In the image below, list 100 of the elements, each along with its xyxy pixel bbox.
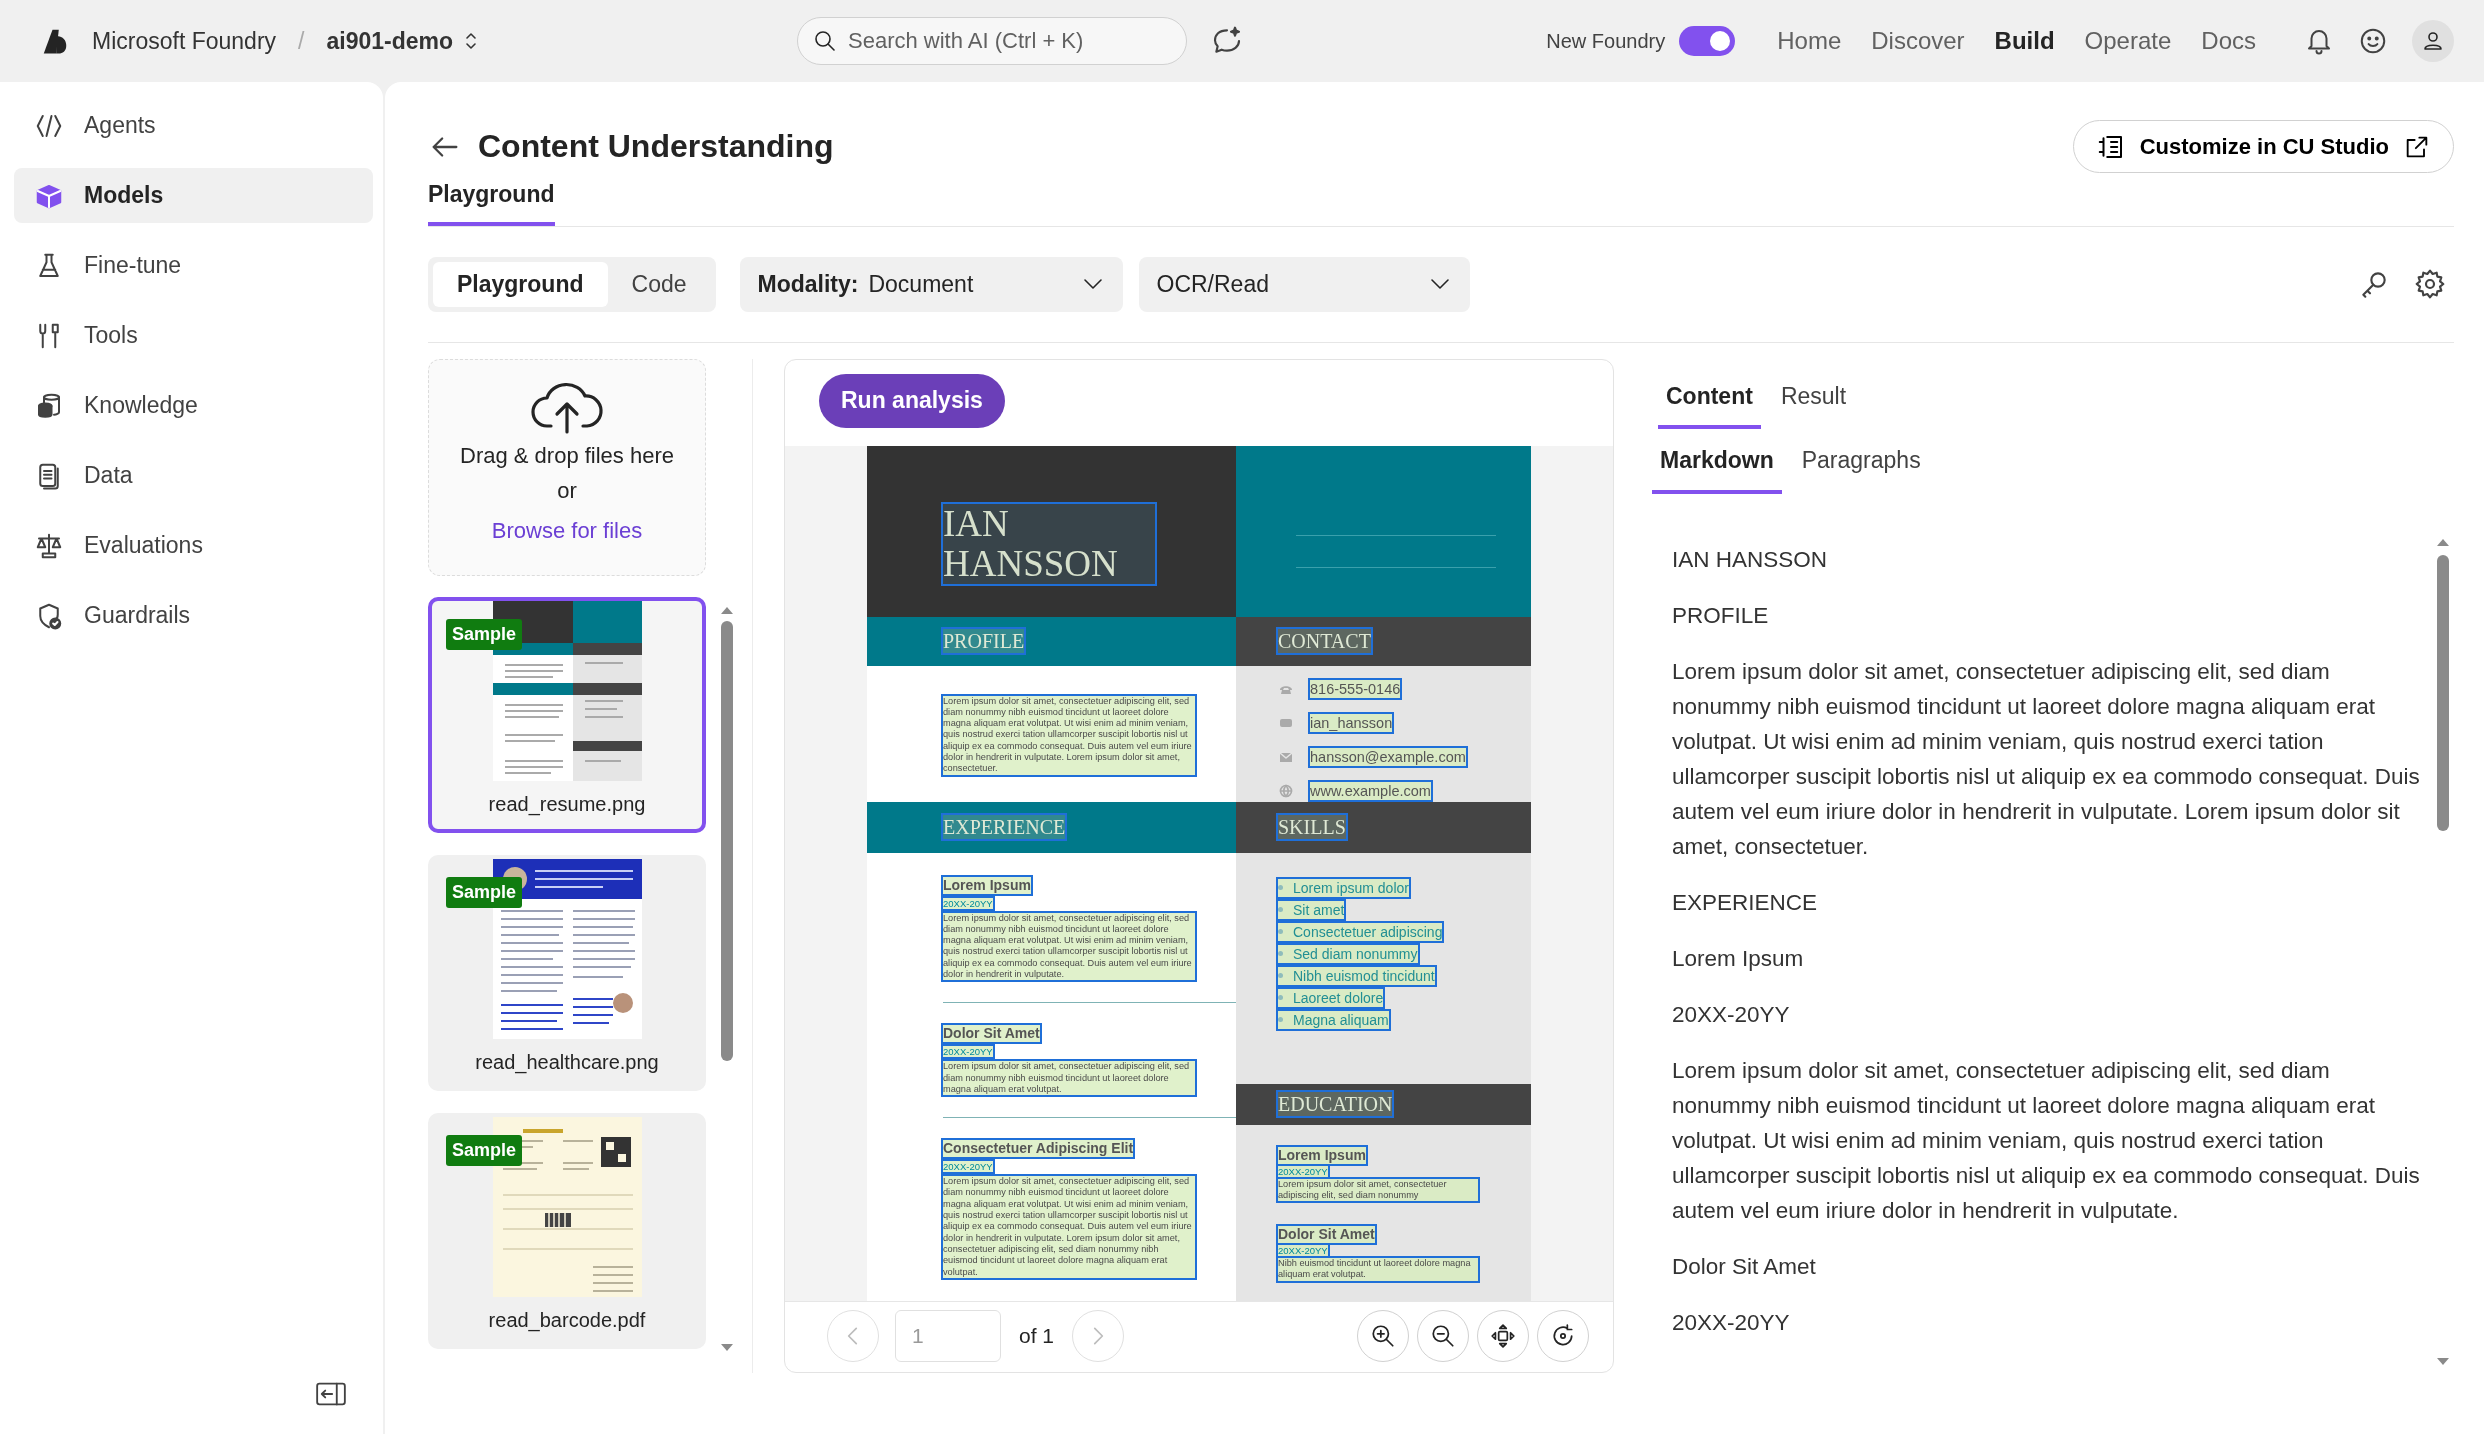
dropdown[interactable]: Modality: Document xyxy=(739,256,1123,312)
collapse-panel-icon xyxy=(316,1382,346,1406)
move-icon xyxy=(1490,1323,1516,1349)
avatar[interactable] xyxy=(2412,20,2454,62)
segment-tab[interactable]: Code xyxy=(607,261,711,307)
zoom-out-icon xyxy=(1430,1323,1456,1349)
skill-item: Consectetuer adipiscing xyxy=(1278,922,1443,941)
scrollbar-thumb[interactable] xyxy=(2437,554,2449,831)
sidebar-item[interactable]: Models xyxy=(14,168,373,223)
skill-item: Sed diam nonummy xyxy=(1278,944,1418,963)
markdown-text: Lorem Ipsum xyxy=(1672,944,1805,973)
search-field[interactable]: Search with AI (Ctrl + K) xyxy=(797,17,1187,65)
markdown-text: EXPERIENCE xyxy=(1672,888,1819,917)
paragraph: Lorem ipsum dolor sit amet, consectetuer adipiscing elit, sed diam nonummy xyxy=(1278,1178,1478,1202)
sidebar-item[interactable]: Guardrails xyxy=(14,588,373,643)
nav-link[interactable]: Operate xyxy=(2084,23,2172,59)
upload-text: Drag & drop files here xyxy=(460,441,674,470)
subtab[interactable]: Markdown xyxy=(1652,433,1782,494)
nav-link[interactable]: Discover xyxy=(1871,23,1965,59)
paragraph: Lorem ipsum dolor sit amet, consectetuer adipiscing elit, sed diam nonummy nibh euismod tincidunt ut laoreet dolore magna aliquam erat volutpat. Ut wisi enim ad minim veniam, quis nostrud exerci tation ullamcorper suscipit lobortis nisl ut aliquip ex ea commodo consequat. Duis autem vel eum iriure dolor in hendrerit in vulputate. xyxy=(943,912,1195,981)
run-analysis-button[interactable]: Run analysis xyxy=(819,373,1005,428)
chevron-updown-icon xyxy=(463,30,479,52)
skill-item: Laoreet dolore xyxy=(1278,988,1384,1007)
toggle-label: New Foundry xyxy=(1546,29,1666,54)
settings-button[interactable] xyxy=(2414,268,2446,300)
job-title: Lorem Ipsum xyxy=(943,876,1031,894)
sidebar-item[interactable]: Knowledge xyxy=(14,378,373,433)
skill-item: Sit amet xyxy=(1278,900,1345,919)
zoom-in-icon xyxy=(1370,1323,1396,1349)
collapse-sidebar-button[interactable] xyxy=(316,1382,346,1406)
tab[interactable]: Result xyxy=(1772,368,1855,429)
name-heading: IAN HANSSON xyxy=(943,503,1155,584)
sample-badge: Sample xyxy=(446,618,523,650)
rotate-button[interactable] xyxy=(1537,1310,1589,1362)
date-text: 20XX-20YY xyxy=(943,1161,993,1173)
education-title: Dolor Sit Amet xyxy=(1278,1226,1375,1244)
brand-name: Microsoft Foundry xyxy=(92,26,277,56)
sidebar-item[interactable]: Evaluations xyxy=(14,518,373,573)
education-title: Lorem Ipsum xyxy=(1278,1146,1366,1164)
section-heading: CONTACT xyxy=(1278,629,1371,653)
nav-link[interactable]: Docs xyxy=(2201,23,2256,59)
upload-area[interactable]: Drag & drop files here or Browse for files xyxy=(428,358,706,576)
date-text: 20XX-20YY xyxy=(1278,1245,1328,1257)
nav-link[interactable]: Build xyxy=(1994,23,2055,59)
sidebar-item[interactable]: Agents xyxy=(14,98,373,153)
fit-button[interactable] xyxy=(1477,1310,1529,1362)
search-icon xyxy=(813,29,837,53)
subtab[interactable]: Paragraphs xyxy=(1793,433,1929,494)
tab[interactable]: Content xyxy=(1658,368,1761,429)
zoom-out-button[interactable] xyxy=(1417,1310,1469,1362)
section-heading: SKILLS xyxy=(1278,815,1346,839)
sample-badge: Sample xyxy=(446,876,523,908)
tab[interactable]: Playground xyxy=(428,177,555,226)
page-title: Content Understanding xyxy=(478,127,834,166)
customize-button[interactable]: Customize in CU Studio xyxy=(2072,120,2454,173)
section-heading: PROFILE xyxy=(943,629,1025,653)
job-title: Consectetuer Adipiscing Elit xyxy=(943,1140,1134,1158)
zoom-in-button[interactable] xyxy=(1357,1310,1409,1362)
paragraph: Nibh euismod tincidunt ut laoreet dolore magna aliquam erat volutpat. xyxy=(1278,1258,1478,1281)
person-icon xyxy=(2421,29,2445,53)
scroll-down-icon xyxy=(720,1342,734,1353)
project-selector[interactable]: ai901-demo xyxy=(326,23,479,59)
sidebar-item[interactable]: Tools xyxy=(14,308,373,363)
segment-tab[interactable]: Playground xyxy=(433,261,608,307)
date-text: 20XX-20YY xyxy=(943,897,993,909)
section-heading: EXPERIENCE xyxy=(943,815,1066,839)
sidebar-item[interactable]: Data xyxy=(14,448,373,503)
dropdown[interactable]: OCR/Read xyxy=(1138,256,1470,312)
scrollbar-thumb[interactable] xyxy=(721,620,733,1061)
contact-text: 816-555-0146 xyxy=(1310,679,1401,698)
markdown-text: Lorem ipsum dolor sit amet, consectetuer adipiscing elit, sed diam nonummy nibh euismod tincidunt ut laoreet dolore magna aliquam erat volutpat. Ut wisi enim ad minim veniam, quis nostrud exerci tation ullamcorper suscipit lobortis nisl ut aliquip ex ea commodo consequat. Duis autem vel eum iriure dolor in hendrerit in vulputate. Lorem ipsum dolor sit amet, consectetuer. xyxy=(1672,657,2421,861)
skill-item: Lorem ipsum dolor xyxy=(1278,878,1409,897)
sidebar-item[interactable]: Fine-tune xyxy=(14,238,373,293)
nav-link[interactable]: Home xyxy=(1777,23,1842,59)
job-title: Dolor Sit Amet xyxy=(943,1025,1040,1043)
settings-icon xyxy=(2414,268,2446,300)
skill-item: Magna aliquam xyxy=(1278,1010,1389,1029)
section-heading: EDUCATION xyxy=(1278,1092,1393,1116)
breadcrumb-separator: / xyxy=(298,26,305,56)
date-text: 20XX-20YY xyxy=(943,1046,993,1058)
skill-item: Nibh euismod tincidunt xyxy=(1278,966,1435,985)
page-count: of 1 xyxy=(1019,1323,1055,1350)
toggle-switch[interactable] xyxy=(1679,26,1736,56)
sample-badge: Sample xyxy=(446,1134,523,1166)
paragraph: Lorem ipsum dolor sit amet, consectetuer adipiscing elit, sed diam nonummy nibh euismod tincidunt ut laoreet dolore magna aliquam erat volutpat. Ut wisi enim ad minim veniam, quis nostrud exerci tation ullamcorper suscipit lobortis nisl ut aliquip ex ea commodo consequat. Duis autem vel eum iriure dolor in hendrerit in vulputate. Lorem ipsum dolor sit amet, consectetuer. xyxy=(943,695,1195,775)
or-text: or xyxy=(557,476,577,505)
file-card[interactable]: Sample read_healthcare.png xyxy=(428,854,706,1091)
file-name: read_resume.png xyxy=(488,791,646,818)
file-card[interactable]: Sample read_barcode.pdf xyxy=(428,1112,706,1349)
browse-link[interactable]: Browse for files xyxy=(491,513,643,547)
contact-text: www.example.com xyxy=(1310,781,1431,800)
feedback-button[interactable] xyxy=(2358,26,2388,56)
file-card[interactable]: Sample read_resume.png xyxy=(428,596,706,833)
paragraph: Lorem ipsum dolor sit amet, consectetuer adipiscing elit, sed diam nonummy nibh euismod tincidunt ut laoreet dolore magna aliquam erat volutpat. xyxy=(943,1061,1195,1096)
file-name: read_barcode.pdf xyxy=(488,1307,646,1334)
contact-text: ian_hansson xyxy=(1310,713,1393,732)
smiley-icon xyxy=(2358,26,2388,56)
paragraph: Lorem ipsum dolor sit amet, consectetuer adipiscing elit, sed diam nonummy nibh euismod tincidunt ut laoreet dolore magna aliquam erat volutpat. Ut wisi enim ad minim veniam, quis nostrud exerci tation ullamcorper suscipit lobortis nisl ut aliquip ex ea commodo consequat. Duis autem vel eum iriure dolor in hendrerit in vulputate. Lorem ipsum dolor sit amet, consectetuer adipiscing elit, sed diam nonummy nibh euismod tincidunt ut laoreet dolore magna aliquam erat volutpat. xyxy=(943,1176,1195,1278)
scroll-down-icon xyxy=(2436,1356,2450,1367)
markdown-text: Dolor Sit Amet xyxy=(1672,1252,1817,1281)
